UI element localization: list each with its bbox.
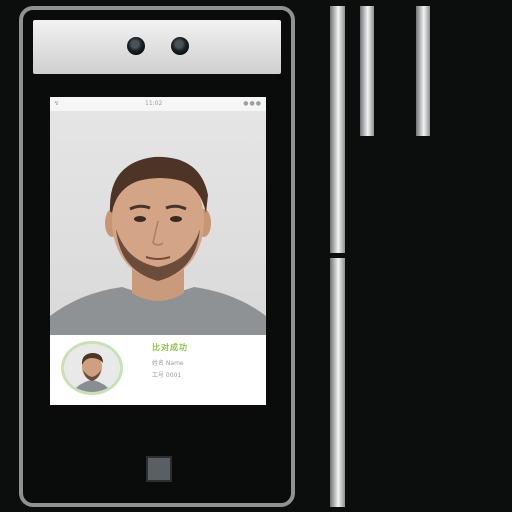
- stand-rail: [360, 6, 374, 136]
- face-portrait: [50, 156, 266, 335]
- recognition-result-card: 比对成功 姓名 Name 工号 0001: [50, 335, 266, 405]
- status-left: ↯: [54, 100, 60, 107]
- fingerprint-sensor-icon[interactable]: [146, 456, 172, 482]
- live-camera-view: [50, 111, 266, 335]
- camera-icon: [171, 37, 189, 55]
- avatar-portrait: [64, 344, 120, 392]
- result-id: 工号 0001: [152, 372, 182, 379]
- status-indicators: ●●●: [243, 100, 262, 107]
- status-time: 11:02: [145, 100, 163, 107]
- avatar: [61, 341, 123, 395]
- face-recognition-terminal: ↯ 11:02 ●●● 比对成功 姓名 Name 工号 0001: [19, 6, 295, 507]
- recognition-status: 比对成功: [152, 343, 188, 352]
- rail-joint: [330, 253, 345, 258]
- stand-rail: [416, 6, 430, 136]
- result-name: 姓名 Name: [152, 360, 184, 367]
- camera-icon: [127, 37, 145, 55]
- device-screen[interactable]: ↯ 11:02 ●●● 比对成功 姓名 Name 工号 0001: [50, 97, 266, 405]
- camera-housing: [33, 20, 281, 74]
- status-bar: ↯ 11:02 ●●●: [50, 97, 266, 111]
